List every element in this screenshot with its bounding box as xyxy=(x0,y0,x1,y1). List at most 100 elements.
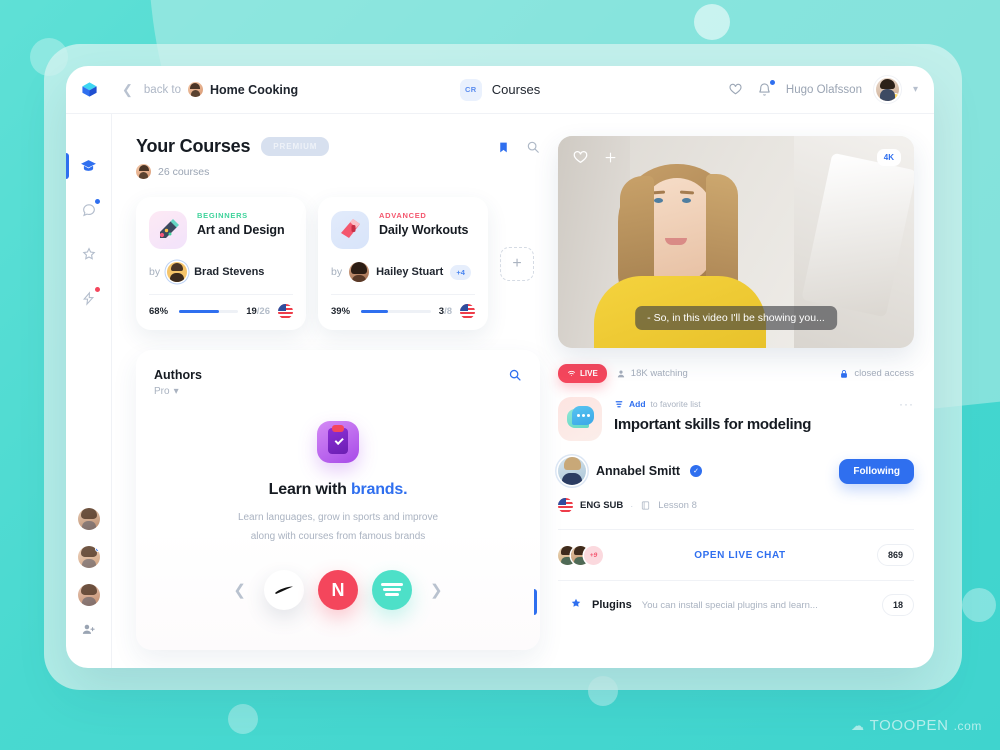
lightning-icon xyxy=(82,290,95,306)
avatar[interactable] xyxy=(167,262,188,282)
rail-avatar-1[interactable] xyxy=(77,508,100,530)
chat-bubble-icon xyxy=(82,204,95,217)
avatar[interactable] xyxy=(875,78,899,101)
video-player[interactable]: 4K - So, in this video I'll be showing y… xyxy=(558,136,914,348)
background-circle xyxy=(228,704,258,734)
chat-avatar-stack: +9 xyxy=(558,545,603,565)
sidebar-badge-dot xyxy=(94,199,100,204)
page-title: Your Courses xyxy=(136,136,251,156)
authors-panel: Authors Pro ▾ Learn with brands. Learn l… xyxy=(136,350,540,650)
chevron-down-icon[interactable]: ▾ xyxy=(913,84,918,95)
authors-filter[interactable]: Pro ▾ xyxy=(154,386,202,397)
course-author-row: by Hailey Stuart +4 xyxy=(331,262,475,282)
clipboard-check-icon xyxy=(317,421,359,463)
follow-button[interactable]: Following xyxy=(839,458,914,484)
sidebar-badge-dot xyxy=(94,287,100,292)
live-label: LIVE xyxy=(580,369,598,378)
course-card[interactable]: ADVANCED Daily Workouts by Hailey Stuart… xyxy=(318,197,488,330)
avatar[interactable] xyxy=(349,262,370,282)
courses-title-row: Your Courses PREMIUM xyxy=(136,136,497,157)
plugins-description: You can install special plugins and lear… xyxy=(641,599,818,611)
status-badge[interactable]: PREMIUM xyxy=(261,137,330,156)
us-flag-icon xyxy=(278,304,293,319)
bell-icon[interactable] xyxy=(757,80,775,97)
person-icon xyxy=(617,370,624,377)
nike-brand-icon[interactable] xyxy=(264,570,304,610)
sidebar-item-boost[interactable] xyxy=(66,276,112,320)
courses-header-left: Your Courses PREMIUM 26 courses xyxy=(136,136,497,179)
chevron-right-icon[interactable]: ❯ xyxy=(426,581,447,599)
progress-fraction: 3/8 xyxy=(439,306,452,317)
authors-headline: Learn with brands. xyxy=(269,481,408,499)
rail-avatar-2[interactable] xyxy=(77,546,100,568)
extra-authors-badge[interactable]: +4 xyxy=(450,264,471,280)
us-flag-icon xyxy=(558,498,573,513)
desc-line-2: along with courses from famous brands xyxy=(250,530,426,542)
home-cooking-avatar xyxy=(187,82,203,97)
chat-count-badge: 869 xyxy=(876,544,914,566)
author-name: Annabel Smitt xyxy=(596,464,681,478)
book-icon xyxy=(642,501,650,510)
courses-count-row: 26 courses xyxy=(136,164,497,179)
chevron-left-icon[interactable]: ❮ xyxy=(118,83,137,96)
sidebar-item-messages[interactable] xyxy=(66,188,112,232)
live-chat-row[interactable]: +9 OPEN LIVE CHAT 869 xyxy=(558,530,914,580)
plugins-count-badge: 18 xyxy=(881,594,914,616)
course-name: Daily Workouts xyxy=(379,223,469,237)
access-status: closed access xyxy=(839,368,914,379)
live-badge: LIVE xyxy=(558,364,607,383)
cube-logo-icon xyxy=(81,82,97,97)
quality-badge[interactable]: 4K xyxy=(876,149,901,166)
open-live-chat-link[interactable]: OPEN LIVE CHAT xyxy=(613,550,867,561)
lesson-title: Important skills for modeling xyxy=(614,416,812,433)
boxing-glove-icon xyxy=(331,211,369,249)
sidebar-item-favorites[interactable] xyxy=(66,232,112,276)
chevron-left-icon[interactable]: ❮ xyxy=(229,581,250,599)
divider xyxy=(149,294,293,295)
avatar[interactable] xyxy=(558,457,586,485)
by-label: by xyxy=(149,266,161,278)
favorite-row[interactable]: Add to favorite list ··· xyxy=(614,397,914,411)
courses-header-actions xyxy=(497,136,540,159)
plus-icon[interactable] xyxy=(603,150,618,170)
netflix-brand-icon[interactable]: N xyxy=(318,570,358,610)
course-card[interactable]: BEGINNERS Art and Design by Brad Stevens… xyxy=(136,197,306,330)
headline-accent: brands. xyxy=(350,481,408,498)
chat-overflow-badge: +9 xyxy=(584,545,603,565)
subtitle-label: ENG SUB xyxy=(580,500,624,511)
stream-column: 4K - So, in this video I'll be showing y… xyxy=(534,136,914,650)
lesson-number: Lesson 8 xyxy=(658,500,697,511)
add-person-icon[interactable] xyxy=(81,622,96,642)
stream-author: Annabel Smitt ✓ Following xyxy=(558,457,914,485)
heart-icon[interactable] xyxy=(728,82,743,97)
more-dots-icon[interactable]: ··· xyxy=(899,397,914,411)
desc-line-1: Learn languages, grow in sports and impr… xyxy=(237,512,439,523)
add-course-button[interactable]: + xyxy=(500,246,534,281)
plugins-row[interactable]: Plugins You can install special plugins … xyxy=(534,580,914,629)
lesson-header-text: Add to favorite list ··· Important skill… xyxy=(614,397,914,433)
breadcrumb-title[interactable]: Home Cooking xyxy=(210,83,298,97)
search-icon[interactable] xyxy=(526,140,540,159)
sidebar-item-courses[interactable] xyxy=(66,144,112,188)
favorite-add-label: Add xyxy=(629,399,646,409)
course-name: Art and Design xyxy=(197,223,285,237)
authors-body: Learn with brands. Learn languages, grow… xyxy=(154,397,522,634)
app-window: ❮ back to Home Cooking CR Courses Hugo O… xyxy=(66,66,934,668)
course-author-name: Hailey Stuart xyxy=(376,266,444,278)
search-icon[interactable] xyxy=(508,368,522,387)
status-badge xyxy=(890,93,899,101)
sidebar-rail xyxy=(66,114,112,668)
heart-icon[interactable] xyxy=(572,149,589,171)
us-flag-icon xyxy=(460,304,475,319)
spotify-brand-icon[interactable] xyxy=(372,570,412,610)
rail-avatar-3[interactable] xyxy=(77,584,100,606)
course-level: BEGINNERS xyxy=(197,211,248,220)
lesson-header: Add to favorite list ··· Important skill… xyxy=(558,397,914,441)
plus-icon: + xyxy=(512,254,522,272)
logo-button[interactable] xyxy=(66,66,112,113)
courses-header: Your Courses PREMIUM 26 courses xyxy=(136,136,540,179)
watchers-count: 18K watching xyxy=(630,368,688,379)
course-card-header: BEGINNERS Art and Design xyxy=(149,211,293,249)
back-to-label[interactable]: back to xyxy=(144,84,181,96)
bookmark-icon[interactable] xyxy=(497,141,510,159)
